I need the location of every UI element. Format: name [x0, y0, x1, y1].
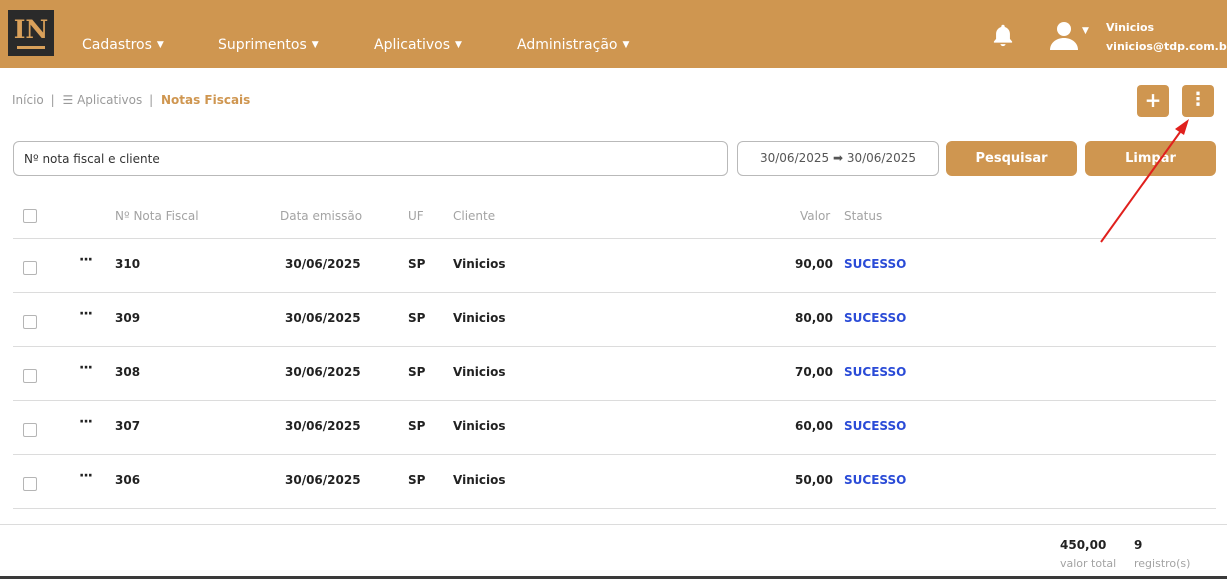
cell-cliente: Vinicios [453, 257, 506, 271]
user-email[interactable]: vinicios@tdp.com.br [1106, 40, 1227, 54]
breadcrumb-separator: | [149, 93, 154, 107]
nav-suprimentos-label: Suprimentos [218, 37, 307, 53]
cell-uf: SP [408, 419, 426, 433]
breadcrumb-apps[interactable]: Aplicativos [77, 93, 142, 107]
breadcrumb-separator: | [50, 93, 55, 107]
row-checkbox[interactable] [23, 477, 37, 491]
nav-suprimentos[interactable]: Suprimentos ▼ [218, 36, 319, 54]
cell-valor: 80,00 [795, 311, 833, 325]
cell-cliente: Vinicios [453, 419, 506, 433]
user-menu-caret-icon[interactable]: ▼ [1082, 26, 1089, 36]
cell-uf: SP [408, 257, 426, 271]
nav-cadastros-label: Cadastros [82, 37, 152, 53]
row-checkbox[interactable] [23, 369, 37, 383]
table-row[interactable]: ··· 310 30/06/2025 SP Vinicios 90,00 SUC… [0, 239, 1227, 293]
row-checkbox[interactable] [23, 423, 37, 437]
search-input[interactable] [13, 141, 728, 176]
row-menu-icon[interactable]: ··· [79, 252, 93, 268]
cell-data: 30/06/2025 [285, 419, 361, 433]
cell-nota: 306 [115, 473, 141, 487]
search-button[interactable]: Pesquisar [946, 141, 1077, 176]
cell-valor: 60,00 [795, 419, 833, 433]
caret-down-icon: ▼ [622, 40, 630, 50]
hamburger-icon: ☰ [62, 93, 74, 107]
more-options-button[interactable]: ⋮ [1182, 85, 1214, 117]
status-badge: SUCESSO [844, 365, 907, 379]
kebab-menu-icon: ⋮ [1189, 89, 1207, 110]
column-header-valor[interactable]: Valor [800, 208, 830, 224]
top-navigation-bar: IN Cadastros ▼ Suprimentos ▼ Aplicativos ▼ … [0, 0, 1227, 68]
breadcrumb: Início | ☰ Aplicativos | Notas Fiscais [12, 92, 250, 108]
cell-data: 30/06/2025 [285, 311, 361, 325]
total-value-label: valor total [1060, 557, 1117, 570]
row-menu-icon[interactable]: ··· [79, 414, 93, 430]
company-logo[interactable]: IN [8, 10, 54, 56]
user-icon[interactable] [1048, 20, 1080, 50]
cell-data: 30/06/2025 [285, 473, 361, 487]
cell-uf: SP [408, 473, 426, 487]
cell-nota: 310 [115, 257, 141, 271]
column-header-cliente[interactable]: Cliente [453, 208, 495, 224]
user-name[interactable]: Vinicios [1106, 21, 1154, 35]
caret-down-icon: ▼ [156, 40, 164, 50]
cell-nota: 308 [115, 365, 141, 379]
nav-administracao-label: Administração [517, 37, 618, 53]
caret-down-icon: ▼ [311, 40, 319, 50]
status-badge: SUCESSO [844, 419, 907, 433]
nav-administracao[interactable]: Administração ▼ [517, 36, 629, 54]
logo-underline [17, 46, 45, 49]
nav-aplicativos-label: Aplicativos [374, 37, 451, 53]
column-header-data[interactable]: Data emissão [280, 208, 362, 224]
column-header-uf[interactable]: UF [408, 208, 424, 224]
breadcrumb-home[interactable]: Início [12, 93, 44, 107]
cell-valor: 70,00 [795, 365, 833, 379]
cell-nota: 307 [115, 419, 141, 433]
row-menu-icon[interactable]: ··· [79, 360, 93, 376]
cell-data: 30/06/2025 [285, 257, 361, 271]
table-row[interactable]: ··· 306 30/06/2025 SP Vinicios 50,00 SUC… [0, 455, 1227, 509]
cell-cliente: Vinicios [453, 473, 506, 487]
cell-cliente: Vinicios [453, 365, 506, 379]
logo-text: IN [13, 15, 49, 44]
bell-icon[interactable] [990, 22, 1016, 48]
total-value: 450,00 [1060, 538, 1107, 552]
cell-cliente: Vinicios [453, 311, 506, 325]
row-menu-icon[interactable]: ··· [79, 306, 93, 322]
breadcrumb-current: Notas Fiscais [160, 93, 251, 107]
row-checkbox[interactable] [23, 315, 37, 329]
row-checkbox[interactable] [23, 261, 37, 275]
caret-down-icon: ▼ [455, 40, 462, 50]
table-row[interactable]: ··· 309 30/06/2025 SP Vinicios 80,00 SUC… [0, 293, 1227, 347]
cell-valor: 50,00 [795, 473, 833, 487]
table-row[interactable]: ··· 308 30/06/2025 SP Vinicios 70,00 SUC… [0, 347, 1227, 401]
plus-icon: + [1144, 88, 1162, 112]
row-menu-icon[interactable]: ··· [79, 468, 93, 484]
cell-valor: 90,00 [795, 257, 833, 271]
status-badge: SUCESSO [844, 473, 907, 487]
column-header-status[interactable]: Status [844, 208, 882, 224]
footer-divider [0, 524, 1227, 525]
add-button[interactable]: + [1137, 85, 1169, 117]
table-divider [13, 508, 1216, 509]
nav-cadastros[interactable]: Cadastros ▼ [82, 36, 164, 54]
cell-nota: 309 [115, 311, 141, 325]
table-row[interactable]: ··· 307 30/06/2025 SP Vinicios 60,00 SUC… [0, 401, 1227, 455]
select-all-checkbox[interactable] [23, 209, 37, 223]
status-badge: SUCESSO [844, 257, 907, 271]
nav-aplicativos[interactable]: Aplicativos ▼ [374, 36, 462, 54]
clear-button[interactable]: Limpar [1085, 141, 1216, 176]
cell-uf: SP [408, 311, 426, 325]
status-badge: SUCESSO [844, 311, 907, 325]
record-count: 9 [1134, 538, 1143, 552]
column-header-nota[interactable]: Nº Nota Fiscal [115, 208, 199, 224]
cell-data: 30/06/2025 [285, 365, 361, 379]
date-range-picker[interactable]: 30/06/2025 ➡ 30/06/2025 [737, 141, 939, 176]
cell-uf: SP [408, 365, 426, 379]
record-count-label: registro(s) [1134, 557, 1191, 570]
